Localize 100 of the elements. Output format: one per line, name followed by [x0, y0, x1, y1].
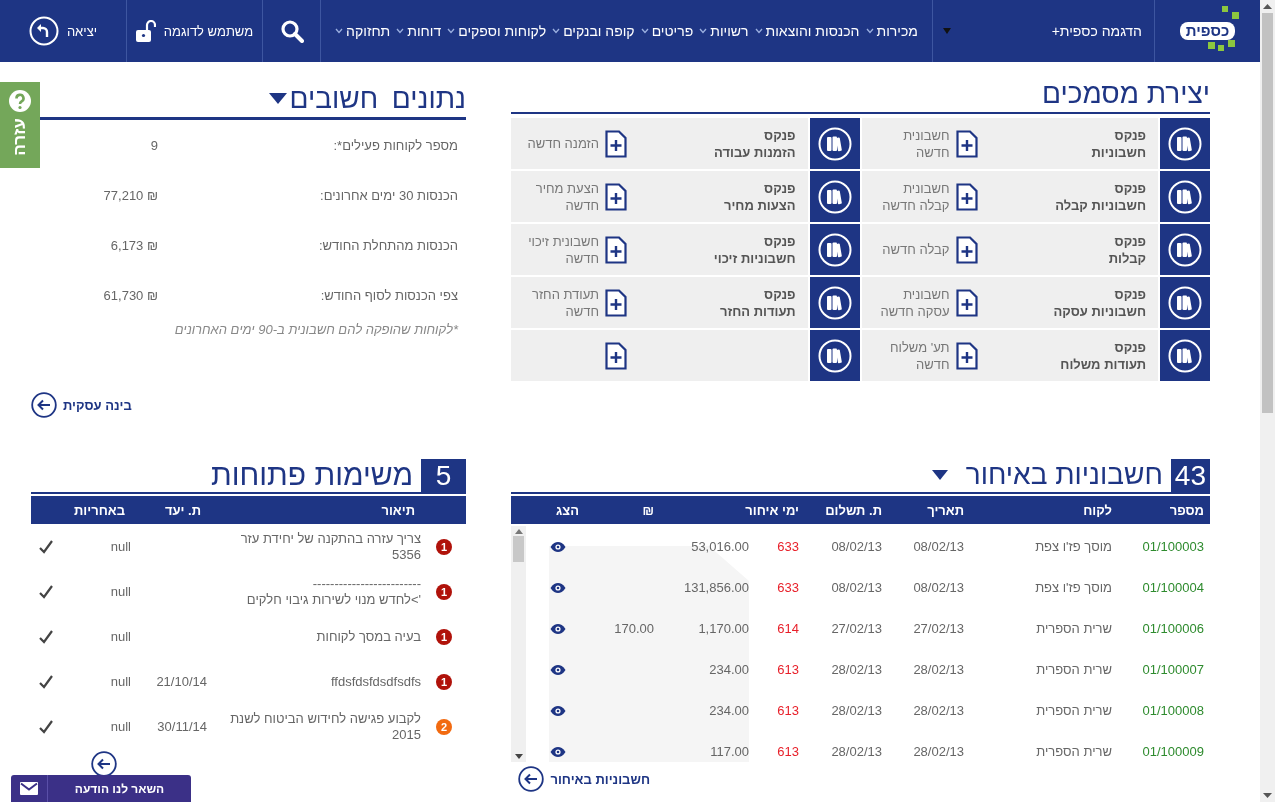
book-tile[interactable]	[809, 277, 860, 328]
nav-menu-item[interactable]: לקוחות וספקים	[447, 23, 547, 39]
view-eye-icon[interactable]	[550, 746, 566, 757]
checkmark-icon[interactable]	[39, 674, 53, 689]
nav-menu-item[interactable]: רשויות	[699, 23, 749, 39]
book-link[interactable]: פנקס חשבוניות עסקה	[977, 285, 1146, 320]
new-document-link[interactable]: הצעת מחיר חדשה	[535, 179, 599, 214]
book-tile[interactable]	[1160, 118, 1210, 169]
book-link[interactable]: פנקס הזמנות עבודה	[627, 126, 796, 161]
new-document-icon[interactable]	[605, 288, 627, 317]
book-tile[interactable]	[1160, 224, 1210, 275]
book-link[interactable]: פנקס תעודות החזר	[627, 285, 796, 320]
caret-icon[interactable]	[269, 93, 287, 104]
book-link[interactable]: פנקס הצעות מחיר	[627, 179, 796, 214]
view-eye-icon[interactable]	[550, 623, 566, 634]
logo[interactable]: כספית	[1179, 22, 1236, 40]
book-link[interactable]: פנקס חשבוניות	[977, 126, 1146, 161]
chevron-down-icon[interactable]	[335, 28, 344, 34]
view-eye-icon[interactable]	[550, 582, 566, 593]
page-scrollbar[interactable]	[1260, 0, 1275, 802]
chevron-down-icon[interactable]	[754, 28, 763, 34]
scroll-thumb[interactable]	[1262, 13, 1273, 413]
task-description[interactable]: ffdsfdsfdsdfsdfs	[211, 673, 421, 690]
new-document-link[interactable]: תע' משלוח חדשה	[890, 338, 950, 373]
nav-menu-item[interactable]: דוחות	[396, 23, 442, 39]
chevron-down-icon[interactable]	[396, 28, 405, 34]
view-eye-icon[interactable]	[550, 705, 566, 716]
table-scrollbar[interactable]	[511, 526, 526, 762]
unlocked-padlock-icon[interactable]	[135, 20, 156, 42]
book-link[interactable]: פנקס תעודות משלוח	[977, 338, 1146, 373]
new-document-icon[interactable]	[955, 129, 978, 158]
checkmark-icon[interactable]	[39, 584, 53, 599]
new-document-icon[interactable]	[605, 341, 627, 370]
envelope-icon[interactable]	[20, 782, 38, 795]
arrow-circle-icon[interactable]	[91, 751, 117, 777]
table-cell[interactable]: 01/100004	[1118, 580, 1210, 595]
checkmark-icon[interactable]	[39, 629, 53, 644]
task-description[interactable]: לקבוע פגישה לחידוש הביטוח לשנת 2015	[211, 710, 421, 743]
nav-menu-item[interactable]: תחזוקה	[335, 23, 391, 39]
user-name[interactable]: משתמש לדוגמה	[163, 23, 254, 39]
search-icon[interactable]	[279, 19, 304, 43]
scroll-thumb[interactable]	[513, 536, 524, 562]
leave-message-button[interactable]: השאר לנו הודעה	[11, 775, 191, 802]
table-cell[interactable]: 01/100006	[1118, 621, 1210, 636]
new-document-icon[interactable]	[605, 129, 627, 158]
book-tile[interactable]	[1160, 277, 1210, 328]
book-link[interactable]: פנקס חשבוניות קבלה	[977, 179, 1146, 214]
nav-menu-item[interactable]: הכנסות והוצאות	[754, 23, 860, 39]
new-document-link[interactable]: קבלה חדשה	[882, 241, 950, 258]
checkmark-icon[interactable]	[39, 719, 53, 734]
nav-menu-item[interactable]: קופה ובנקים	[552, 23, 635, 39]
book-tile[interactable]	[1160, 330, 1210, 381]
new-document-link[interactable]: תעודת החזר חדשה	[531, 285, 599, 320]
new-document-link[interactable]: חשבונית חדשה	[903, 126, 950, 161]
scroll-up-icon[interactable]	[1263, 4, 1272, 9]
new-document-link[interactable]: חשבונית קבלה חדשה	[882, 179, 950, 214]
table-cell[interactable]: 01/100009	[1118, 744, 1210, 759]
nav-menu-item[interactable]: פריטים	[640, 23, 694, 39]
company-name[interactable]: הדגמה כספית+	[1051, 23, 1142, 39]
book-link[interactable]: פנקס קבלות	[977, 232, 1146, 267]
logout-button[interactable]: יציאה	[0, 0, 126, 62]
checkmark-icon[interactable]	[39, 539, 53, 554]
chevron-down-icon[interactable]	[447, 28, 456, 34]
new-document-icon[interactable]	[605, 235, 627, 264]
table-cell[interactable]: 01/100007	[1118, 662, 1210, 677]
scroll-down-icon[interactable]	[1263, 793, 1272, 798]
new-document-link[interactable]: חשבונית עסקה חדשה	[880, 285, 950, 320]
nav-menu-item[interactable]: מכירות	[865, 23, 918, 39]
task-description[interactable]: צריך עזרה בהתקנה של יחידת עזר 5356	[211, 530, 421, 563]
book-tile[interactable]	[809, 224, 860, 275]
new-document-icon[interactable]	[955, 182, 978, 211]
new-document-icon[interactable]	[605, 182, 627, 211]
scroll-down-icon[interactable]	[514, 754, 523, 759]
book-tile[interactable]	[809, 118, 860, 169]
task-description[interactable]: ------------------------- '>לחדש מנוי לשירות גיבוי חלקים	[211, 575, 421, 608]
view-eye-icon[interactable]	[550, 541, 566, 552]
arrow-circle-icon[interactable]	[31, 392, 57, 418]
table-cell[interactable]: 01/100008	[1118, 703, 1210, 718]
chevron-down-icon[interactable]	[552, 28, 561, 34]
view-eye-icon[interactable]	[550, 664, 566, 675]
scroll-up-icon[interactable]	[514, 529, 523, 534]
more-link[interactable]: חשבוניות באיחור	[518, 766, 650, 792]
new-document-link[interactable]: חשבונית זיכוי חדשה	[528, 232, 599, 267]
new-document-icon[interactable]	[955, 341, 978, 370]
new-document-icon[interactable]	[955, 288, 978, 317]
book-tile[interactable]	[809, 171, 860, 222]
arrow-circle-icon[interactable]	[518, 766, 545, 792]
table-cell[interactable]: 01/100003	[1118, 539, 1210, 554]
book-tile[interactable]	[809, 330, 860, 381]
help-icon[interactable]	[8, 89, 32, 113]
task-description[interactable]: בעיה במסך לקוחות	[211, 628, 421, 645]
chevron-down-icon[interactable]	[865, 28, 874, 34]
more-link[interactable]: בינה עסקית	[31, 392, 132, 418]
caret-icon[interactable]	[931, 470, 948, 480]
chevron-down-icon[interactable]	[699, 28, 708, 34]
chevron-down-icon[interactable]	[640, 28, 649, 34]
new-document-icon[interactable]	[955, 235, 978, 264]
book-link[interactable]: פנקס חשבוניות זיכוי	[627, 232, 796, 267]
new-document-link[interactable]: הזמנה חדשה	[527, 135, 599, 152]
book-tile[interactable]	[1160, 171, 1210, 222]
